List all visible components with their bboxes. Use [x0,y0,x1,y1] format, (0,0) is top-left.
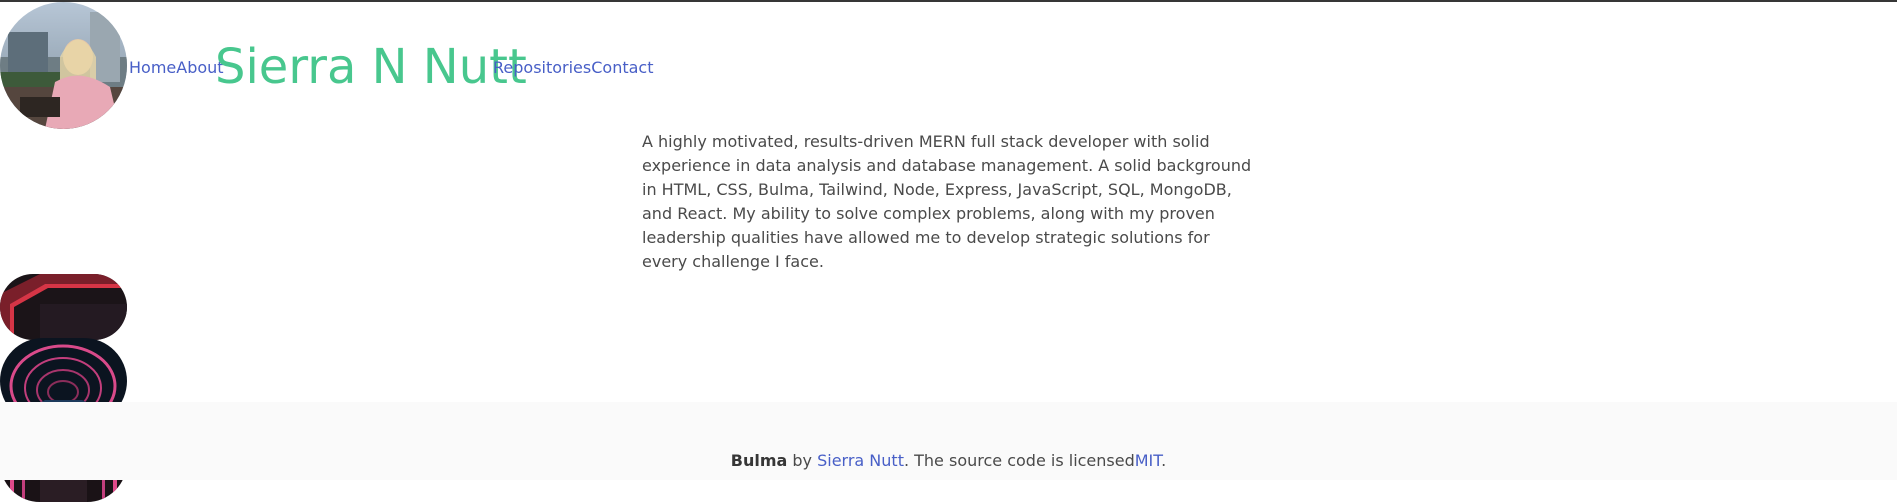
nav-right: Repositories Contact [493,0,653,134]
bio-paragraph: A highly motivated, results-driven MERN … [642,132,1252,271]
nav-contact-link[interactable]: Contact [591,58,653,77]
footer-by: by [787,451,818,470]
footer-license-text: . The source code is licensed [903,451,1135,470]
nav-repositories-link[interactable]: Repositories [493,58,591,77]
brand-wrap: Sierra N Nutt [215,0,527,134]
footer-text: Bulma by Sierra Nutt. The source code is… [0,451,1897,470]
footer-brand: Bulma [730,451,788,470]
nav-home-link[interactable]: Home [129,58,176,77]
footer-end: . [1161,451,1167,470]
avatar [0,2,127,129]
footer-author-link[interactable]: Sierra Nutt [817,451,904,470]
red-light-tunnel-image [0,274,127,340]
footer-license-link[interactable]: MIT [1135,451,1161,470]
nav-left: Home About [129,0,224,134]
site-title: Sierra N Nutt [215,39,527,95]
